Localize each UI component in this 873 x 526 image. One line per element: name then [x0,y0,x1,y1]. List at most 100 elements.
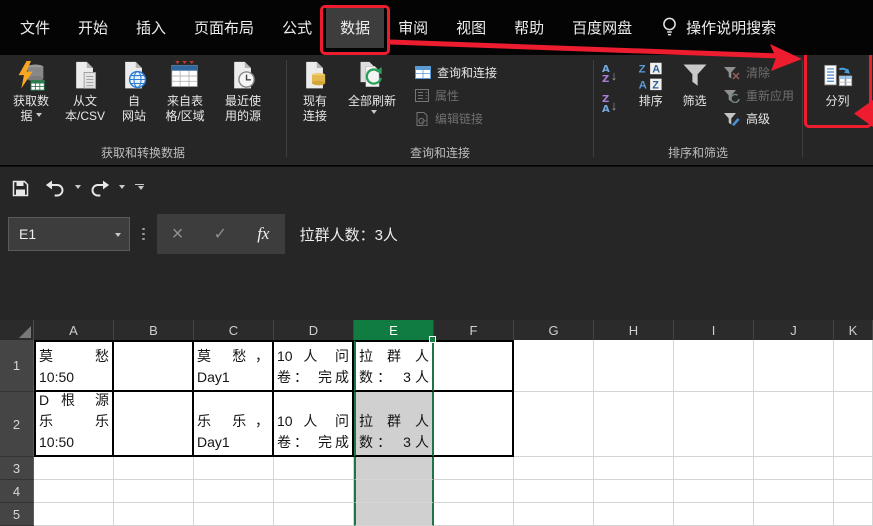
cell-F1[interactable] [434,340,514,392]
cell-A1[interactable]: 莫 愁 10:50 [34,340,114,392]
cell-D4[interactable] [274,480,354,503]
cell-F4[interactable] [434,480,514,503]
row-header-1[interactable]: 1 [0,340,34,392]
cell-G2[interactable] [514,392,594,457]
column-header-G[interactable]: G [514,320,594,340]
fill-handle[interactable] [429,336,436,343]
cell-E4[interactable] [354,480,434,503]
menu-tab-插入[interactable]: 插入 [122,7,180,48]
recent-sources-button[interactable]: 最近使 用的源 [214,55,272,146]
from-web-button[interactable]: 自 网站 [112,55,156,146]
cell-A4[interactable] [34,480,114,503]
cell-H1[interactable] [594,340,674,392]
column-header-F[interactable]: F [434,320,514,340]
sort-ascending-button[interactable]: A Z ↓ [602,63,627,87]
customize-quick-access-button[interactable] [135,184,144,193]
cell-B3[interactable] [114,457,194,480]
menu-tab-公式[interactable]: 公式 [268,7,326,48]
existing-connections-button[interactable]: 现有 连接 [291,55,339,146]
cell-C5[interactable] [194,503,274,526]
row-header-3[interactable]: 3 [0,457,34,480]
cell-K5[interactable] [834,503,873,526]
cell-E1[interactable]: 拉 群 人数： 3人 [354,340,434,392]
cell-A2[interactable]: D 根 源乐 乐 10:50 [34,392,114,457]
cell-G5[interactable] [514,503,594,526]
column-header-D[interactable]: D [274,320,354,340]
column-header-H[interactable]: H [594,320,674,340]
tell-me-search[interactable]: 操作说明搜索 [662,17,776,38]
column-header-B[interactable]: B [114,320,194,340]
cell-D2[interactable]: 10 人 问卷： 完成 [274,392,354,457]
advanced-filter-button[interactable]: 高级 [723,110,794,127]
refresh-all-button[interactable]: 全部刷新 [339,55,405,146]
menu-tab-开始[interactable]: 开始 [64,7,122,48]
cell-H4[interactable] [594,480,674,503]
text-to-columns-button[interactable]: 分列 [803,47,872,146]
formula-bar-content[interactable]: 拉群人数：3人 [300,224,398,245]
cell-H3[interactable] [594,457,674,480]
column-header-A[interactable]: A [34,320,114,340]
column-header-I[interactable]: I [674,320,754,340]
column-header-J[interactable]: J [754,320,834,340]
cell-I4[interactable] [674,480,754,503]
cell-E3[interactable] [354,457,434,480]
cell-J1[interactable] [754,340,834,392]
menu-tab-文件[interactable]: 文件 [6,7,64,48]
redo-dropdown-caret-icon[interactable] [119,185,125,192]
cell-C3[interactable] [194,457,274,480]
cell-C1[interactable]: 莫 愁， Day1 [194,340,274,392]
name-box[interactable]: E1 [8,217,130,251]
cell-A5[interactable] [34,503,114,526]
cell-G4[interactable] [514,480,594,503]
cell-B4[interactable] [114,480,194,503]
cell-I2[interactable] [674,392,754,457]
cell-D3[interactable] [274,457,354,480]
cell-B2[interactable] [114,392,194,457]
menu-tab-帮助[interactable]: 帮助 [500,7,558,48]
menu-tab-数据[interactable]: 数据 [320,5,391,55]
cell-D1[interactable]: 10 人 问卷： 完成 [274,340,354,392]
row-header-2[interactable]: 2 [0,392,34,457]
cell-G1[interactable] [514,340,594,392]
cell-K3[interactable] [834,457,873,480]
cell-B5[interactable] [114,503,194,526]
column-header-E[interactable]: E [354,320,436,343]
cell-I3[interactable] [674,457,754,480]
queries-connections-button[interactable]: 查询和连接 [415,64,497,81]
cell-K1[interactable] [834,340,873,392]
cell-G3[interactable] [514,457,594,480]
menu-tab-页面布局[interactable]: 页面布局 [180,7,268,48]
get-data-button[interactable]: 获取数 据 [4,55,58,146]
undo-dropdown-caret-icon[interactable] [75,185,81,192]
undo-button[interactable] [45,180,66,197]
from-text-csv-button[interactable]: 从文 本/CSV [58,55,112,146]
menu-tab-视图[interactable]: 视图 [442,7,500,48]
sort-descending-button[interactable]: Z A ↓ [602,93,627,117]
menu-tab-百度网盘[interactable]: 百度网盘 [558,7,646,48]
cell-A3[interactable] [34,457,114,480]
column-header-C[interactable]: C [194,320,274,340]
cell-I1[interactable] [674,340,754,392]
redo-button[interactable] [89,180,110,197]
cell-E2[interactable]: 拉 群 人数： 3人 [354,392,434,457]
cell-J3[interactable] [754,457,834,480]
name-box-caret-icon[interactable] [115,233,121,240]
cell-C4[interactable] [194,480,274,503]
cell-F2[interactable] [434,392,514,457]
cell-F5[interactable] [434,503,514,526]
cell-J5[interactable] [754,503,834,526]
cell-K2[interactable] [834,392,873,457]
cell-E5[interactable] [354,503,434,526]
row-header-4[interactable]: 4 [0,480,34,503]
cell-H2[interactable] [594,392,674,457]
menu-tab-审阅[interactable]: 审阅 [384,7,442,48]
cell-F3[interactable] [434,457,514,480]
row-header-5[interactable]: 5 [0,503,34,526]
cell-D5[interactable] [274,503,354,526]
cell-B1[interactable] [114,340,194,392]
column-header-K[interactable]: K [834,320,873,340]
cell-J4[interactable] [754,480,834,503]
from-table-range-button[interactable]: 来自表 格/区域 [156,55,214,146]
select-all-corner[interactable] [0,320,34,340]
cell-H5[interactable] [594,503,674,526]
